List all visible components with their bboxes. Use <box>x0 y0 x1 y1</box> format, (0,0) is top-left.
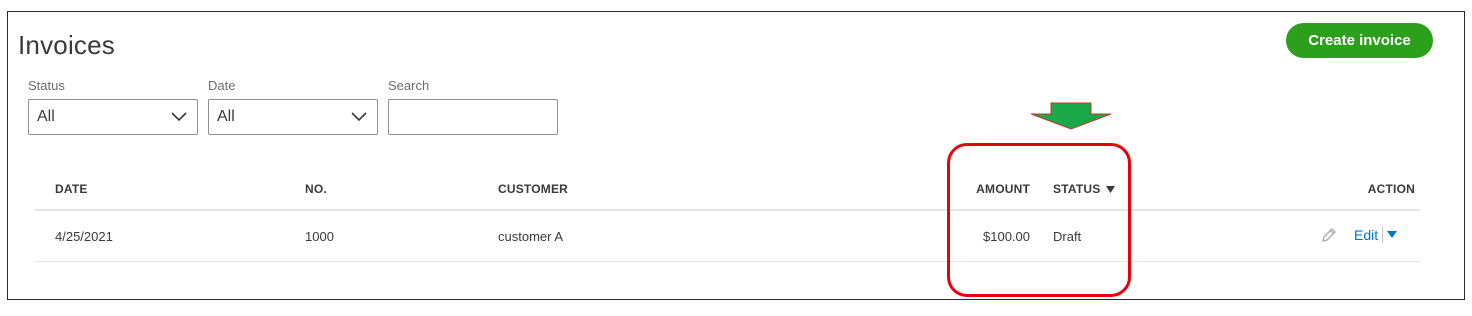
col-header-no[interactable]: NO. <box>305 182 327 196</box>
search-label: Search <box>388 78 430 93</box>
action-divider <box>1382 227 1384 243</box>
chevron-down-icon <box>171 112 187 122</box>
status-filter-label: Status <box>28 78 65 93</box>
invoices-panel: Invoices Create invoice <box>7 11 1465 300</box>
chevron-down-icon <box>351 112 367 122</box>
status-select[interactable]: All <box>28 99 198 135</box>
date-filter: Date All <box>208 78 378 135</box>
date-filter-label: Date <box>208 78 236 93</box>
dropdown-caret-icon[interactable] <box>1387 231 1398 239</box>
create-invoice-button[interactable]: Create invoice <box>1286 23 1433 58</box>
date-select[interactable]: All <box>208 99 378 135</box>
down-arrow-icon <box>1030 102 1112 130</box>
status-filter: Status All <box>28 78 198 135</box>
date-select-value: All <box>217 108 235 125</box>
status-select-value: All <box>37 108 55 125</box>
header-divider <box>35 209 1420 211</box>
col-header-date[interactable]: DATE <box>55 182 88 196</box>
row-actions: Edit <box>1320 226 1398 244</box>
search-filter: Search <box>388 78 558 135</box>
pencil-icon <box>1322 228 1336 242</box>
cell-date: 4/25/2021 <box>55 229 113 244</box>
edit-link[interactable]: Edit <box>1354 227 1378 243</box>
col-header-action: ACTION <box>1367 182 1415 196</box>
cell-customer: customer A <box>498 229 564 244</box>
cell-no: 1000 <box>305 229 334 244</box>
row-divider <box>35 261 1420 262</box>
page-title: Invoices <box>18 30 115 60</box>
search-input[interactable] <box>388 99 558 135</box>
highlight-box <box>947 143 1131 297</box>
col-header-customer[interactable]: CUSTOMER <box>498 182 568 196</box>
